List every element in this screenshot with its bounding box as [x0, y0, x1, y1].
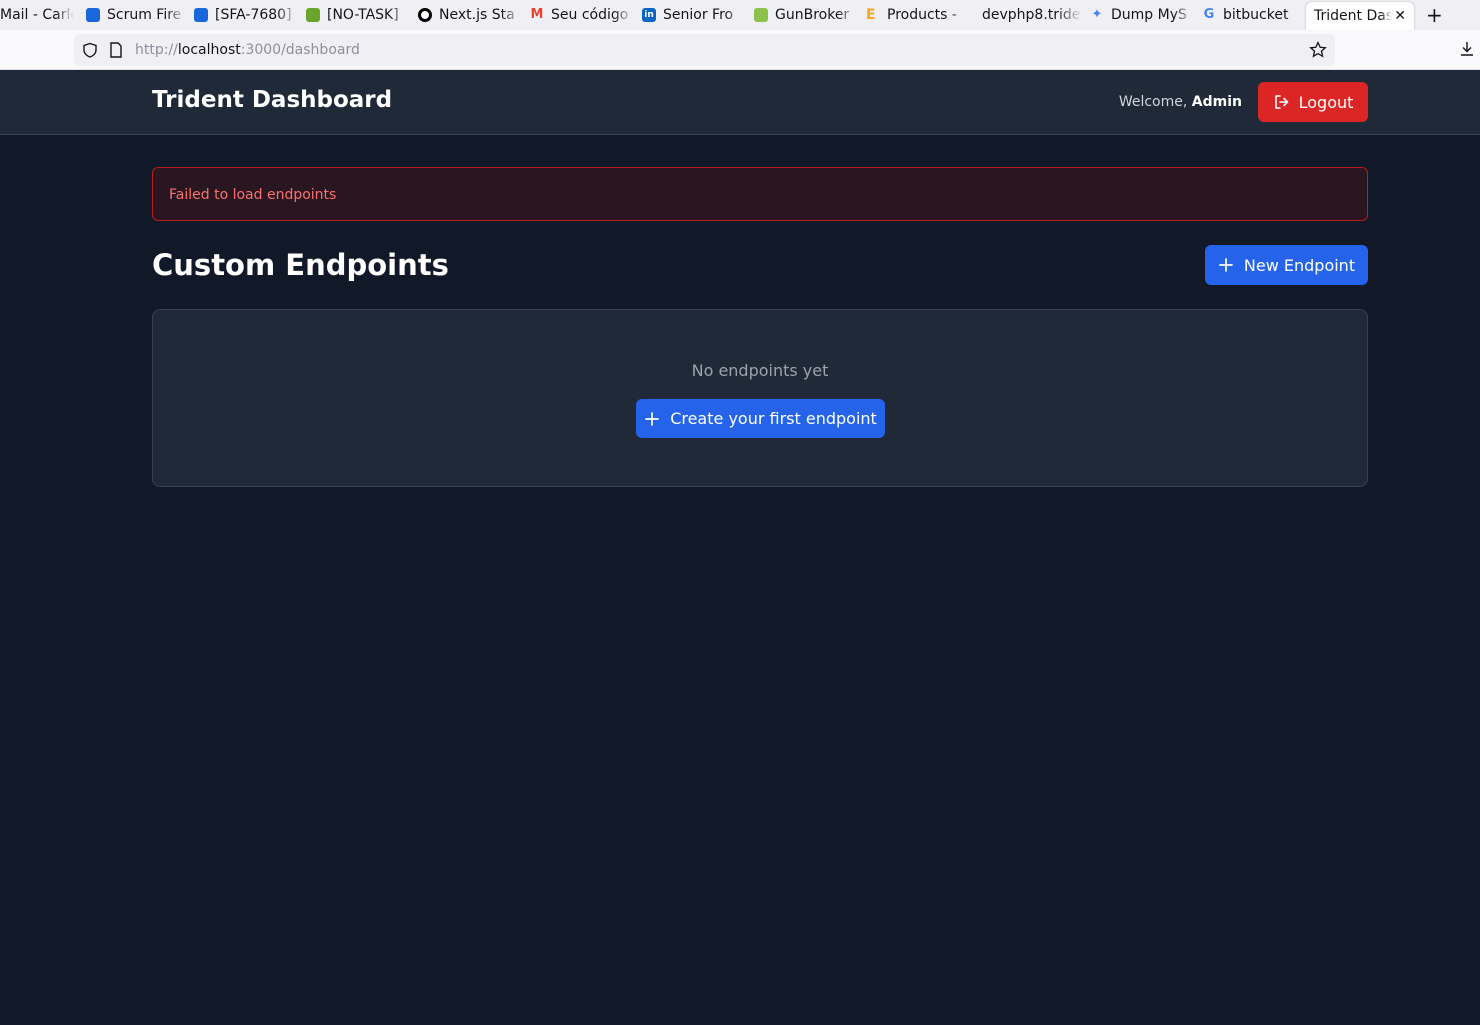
- tab-label: bitbucket: [1223, 7, 1289, 23]
- browser-tab[interactable]: GunBroker: [746, 0, 858, 30]
- linkedin-icon: in: [642, 8, 656, 22]
- gunbroker-icon: [754, 8, 768, 22]
- tab-label: Scrum Fire: [107, 7, 182, 23]
- google-icon: G: [1203, 7, 1215, 22]
- url-bar[interactable]: http://localhost:3000/dashboard: [74, 34, 1335, 66]
- url-text[interactable]: http://localhost:3000/dashboard: [135, 42, 360, 58]
- bookmark-star-icon[interactable]: [1309, 41, 1327, 59]
- username: Admin: [1191, 94, 1242, 110]
- error-alert: Failed to load endpoints: [152, 167, 1368, 221]
- browser-tab-active[interactable]: Trident Das ✕: [1306, 2, 1414, 30]
- browser-tab[interactable]: Scrum Fire: [74, 0, 186, 30]
- github-icon: [418, 8, 432, 22]
- browser-tab-strip: Mail - Carlos Scrum Fire [SFA-7680] [NO-…: [0, 0, 1480, 30]
- browser-tab[interactable]: G bitbucket: [1194, 0, 1306, 30]
- browser-navbar: http://localhost:3000/dashboard: [0, 30, 1480, 70]
- page-icon[interactable]: [109, 42, 123, 58]
- endpoints-empty-state: No endpoints yet Create your first endpo…: [152, 309, 1368, 487]
- new-endpoint-label: New Endpoint: [1243, 255, 1356, 275]
- browser-tab[interactable]: M Seu código: [522, 0, 634, 30]
- new-endpoint-button[interactable]: New Endpoint: [1205, 245, 1368, 285]
- tab-label: devphp8.tride: [982, 7, 1081, 23]
- project-icon: [306, 8, 320, 22]
- gmail-icon: M: [530, 7, 544, 22]
- browser-tab[interactable]: devphp8.tride: [970, 0, 1082, 30]
- tab-label: GunBroker: [775, 7, 850, 23]
- app-header: Trident Dashboard Welcome, Admin Logout: [0, 70, 1480, 135]
- empty-state-text: No endpoints yet: [691, 361, 829, 380]
- plus-icon: [1219, 258, 1233, 272]
- gemini-icon: ✦: [1091, 7, 1103, 22]
- shield-icon[interactable]: [82, 42, 98, 58]
- browser-tab[interactable]: E Products -: [858, 0, 970, 30]
- close-tab-icon[interactable]: ✕: [1394, 8, 1406, 24]
- jira-icon: [86, 8, 100, 22]
- tab-label: Senior Fro: [663, 7, 734, 23]
- create-endpoint-label: Create your first endpoint: [670, 409, 877, 428]
- page-title: Custom Endpoints: [152, 248, 449, 282]
- logout-label: Logout: [1298, 92, 1354, 112]
- products-icon: E: [866, 7, 876, 23]
- app-title: Trident Dashboard: [152, 87, 393, 113]
- new-tab-icon[interactable]: +: [1426, 3, 1443, 27]
- welcome-text: Welcome, Admin: [1118, 94, 1242, 110]
- logout-icon: [1274, 95, 1288, 109]
- browser-tab[interactable]: [SFA-7680]: [186, 0, 298, 30]
- tab-label: Seu código: [551, 7, 629, 23]
- browser-tab[interactable]: ✦ Dump MyS: [1082, 0, 1194, 30]
- create-first-endpoint-button[interactable]: Create your first endpoint: [636, 399, 885, 438]
- browser-tab[interactable]: [NO-TASK]: [298, 0, 410, 30]
- jira-icon: [194, 8, 208, 22]
- logout-button[interactable]: Logout: [1258, 82, 1368, 122]
- plus-icon: [645, 411, 660, 426]
- download-icon[interactable]: [1458, 40, 1476, 58]
- tab-label: Trident Das: [1314, 8, 1393, 24]
- tab-label: Products -: [887, 7, 957, 23]
- browser-tab[interactable]: Next.js Sta: [410, 0, 522, 30]
- browser-tab[interactable]: in Senior Fro: [634, 0, 746, 30]
- tab-label: [SFA-7680]: [215, 7, 292, 23]
- browser-tab[interactable]: Mail - Carlos: [0, 0, 74, 30]
- tab-label: Mail - Carlos: [0, 7, 74, 23]
- error-message: Failed to load endpoints: [169, 187, 337, 203]
- tab-label: [NO-TASK]: [327, 7, 399, 23]
- tab-label: Next.js Sta: [439, 7, 515, 23]
- tab-label: Dump MyS: [1111, 7, 1187, 23]
